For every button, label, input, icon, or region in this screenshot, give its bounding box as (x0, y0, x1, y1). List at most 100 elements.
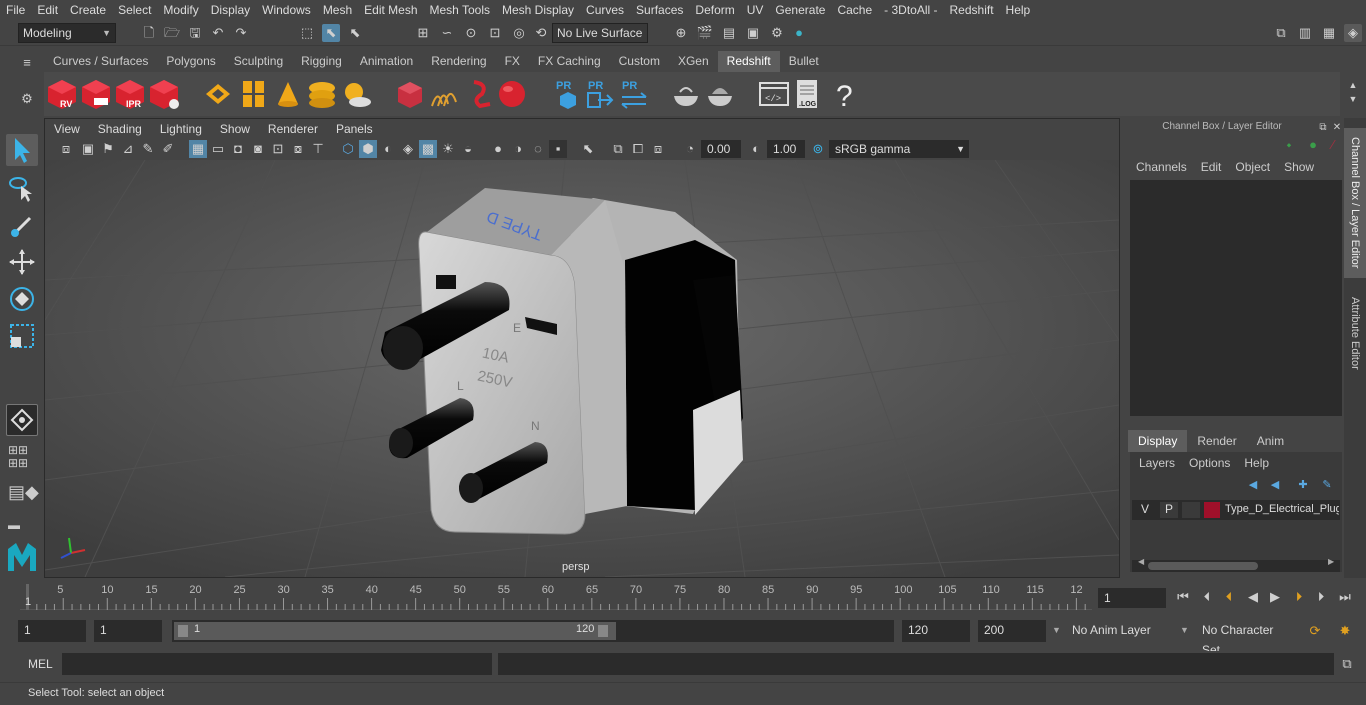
range-start-handle[interactable] (178, 625, 188, 637)
move-layer-up-icon[interactable]: ◀ (1244, 476, 1262, 494)
key-icon[interactable]: ⬩ (1280, 136, 1298, 154)
render-frame-icon[interactable]: ▤ (720, 24, 738, 42)
camera-attributes-icon[interactable]: ▣ (79, 140, 97, 158)
menu-select[interactable]: Select (112, 0, 157, 20)
gamma-icon[interactable]: ◐ (747, 140, 765, 158)
time-slider[interactable]: 1 5 10 15 20 25 30 35 40 45 50 55 60 65 70 75 80 85 90 95 1… (0, 580, 1366, 615)
electrical-plug-model[interactable]: TYPE D 10A 250V E L N (381, 188, 743, 535)
layout-quad-icon[interactable]: ⊞⊞ ⊞⊞ (8, 444, 36, 470)
shelf-tab-bullet[interactable]: Bullet (780, 51, 828, 72)
playback-start-field[interactable]: 1 (94, 620, 162, 642)
smooth-shade-icon[interactable]: ⬢ (359, 140, 377, 158)
wireframe-on-shaded-icon[interactable]: ◈ (399, 140, 417, 158)
proxy-diamond-icon[interactable] (202, 78, 234, 110)
ipr-render-icon[interactable]: ▣ (744, 24, 762, 42)
shadows-icon[interactable]: ◒ (459, 140, 477, 158)
step-back-frame-icon[interactable]: ⏴ (1220, 588, 1238, 606)
layout-single-icon[interactable]: ▬ (8, 518, 36, 532)
menu-uv[interactable]: UV (741, 0, 770, 20)
edit-menu[interactable]: Edit (1201, 160, 1236, 174)
shelf-settings-icon[interactable]: ⚙ (18, 90, 36, 108)
menu-cache[interactable]: Cache (831, 0, 878, 20)
motion-blur-icon[interactable]: ◑ (509, 140, 527, 158)
new-layer-selected-icon[interactable]: ✎ (1318, 476, 1336, 494)
anim-layer-select[interactable]: No Anim Layer (1066, 620, 1178, 642)
shelf-tab-polygons[interactable]: Polygons (157, 51, 224, 72)
layer-row[interactable]: V P Type_D_Electrical_Plug (1132, 500, 1340, 520)
mode-selector[interactable]: Modeling ▼ (18, 23, 116, 43)
character-set-select[interactable]: No Character Set (1196, 620, 1298, 657)
camera-select-icon[interactable]: ⧈ (57, 140, 75, 158)
undo-icon[interactable]: ↶ (209, 24, 227, 42)
lasso-tool-icon[interactable] (6, 172, 38, 204)
scale-tool-icon[interactable] (6, 320, 38, 352)
wireframe-icon[interactable]: ⬡ (339, 140, 357, 158)
anim-start-field[interactable]: 1 (18, 620, 86, 642)
tab-anim[interactable]: Anim (1247, 430, 1294, 452)
menu-help[interactable]: Help (1000, 0, 1037, 20)
maya-logo-icon[interactable] (6, 541, 38, 573)
redshift-render-view-icon[interactable]: RV (46, 78, 78, 110)
select-hierarchy-icon[interactable]: ⬚ (298, 24, 316, 42)
redshift-settings-icon[interactable] (148, 78, 180, 110)
play-backward-icon[interactable]: ◀ (1244, 588, 1262, 606)
help-icon[interactable]: ? (828, 78, 860, 110)
key-filter-icon[interactable]: ● (1304, 136, 1322, 154)
tab-render[interactable]: Render (1187, 430, 1246, 452)
shelf-tab-custom[interactable]: Custom (610, 51, 669, 72)
layers-icon[interactable]: ◈ (1344, 24, 1362, 42)
object-menu[interactable]: Object (1235, 160, 1284, 174)
menu-redshift[interactable]: Redshift (944, 0, 1000, 20)
safe-action-icon[interactable]: ⧇ (289, 140, 307, 158)
gamma-field[interactable]: 1.00 (767, 140, 805, 158)
go-to-start-icon[interactable]: ⏮ (1174, 588, 1192, 606)
depth-of-field-icon[interactable]: ▪ (549, 140, 567, 158)
uv-icon[interactable]: ✐ (159, 140, 177, 158)
sphere-icon[interactable] (496, 78, 528, 110)
panel-menu-show[interactable]: Show (211, 122, 259, 136)
menu-display[interactable]: Display (205, 0, 256, 20)
toggle-sidebar-icon[interactable]: ▦ (1320, 24, 1338, 42)
channel-list[interactable] (1130, 180, 1342, 416)
shelf-tab-xgen[interactable]: XGen (669, 51, 718, 72)
hypershade-icon[interactable]: ● (790, 24, 808, 42)
layer-playback-toggle[interactable]: P (1160, 502, 1178, 518)
scroll-left-icon[interactable]: ◀ (1138, 557, 1144, 566)
film-gate-icon[interactable]: ▭ (209, 140, 227, 158)
step-back-key-icon[interactable]: ⏴ (1198, 588, 1216, 606)
layer-visibility-toggle[interactable]: V (1136, 502, 1154, 518)
panel-menu-shading[interactable]: Shading (89, 122, 151, 136)
snap-point-icon[interactable]: ⊙ (462, 24, 480, 42)
panel-menu-lighting[interactable]: Lighting (151, 122, 211, 136)
panel-menu-panels[interactable]: Panels (327, 122, 382, 136)
play-forward-icon[interactable]: ▶ (1266, 588, 1284, 606)
bookmark-icon[interactable]: ⚑ (99, 140, 117, 158)
hair-icon[interactable] (428, 78, 460, 110)
channels-menu[interactable]: Channels (1136, 160, 1201, 174)
layout-split-icon[interactable]: ▤◆ (8, 482, 39, 508)
menu-edit[interactable]: Edit (31, 0, 64, 20)
panel-menu-view[interactable]: View (45, 122, 89, 136)
menu-mesh-tools[interactable]: Mesh Tools (424, 0, 496, 20)
sun-cloud-icon[interactable] (340, 78, 372, 110)
select-object-icon[interactable]: ⬉ (322, 24, 340, 42)
snap-view-icon[interactable]: ⊡ (486, 24, 504, 42)
menu-generate[interactable]: Generate (769, 0, 831, 20)
xray-components-icon[interactable]: ⧈ (649, 140, 667, 158)
image-plane-icon[interactable]: ⊿ (119, 140, 137, 158)
safe-title-icon[interactable]: ⊤ (309, 140, 327, 158)
shelf-tab-animation[interactable]: Animation (351, 51, 422, 72)
step-forward-key-icon[interactable]: ⏵ (1312, 588, 1330, 606)
menu-create[interactable]: Create (64, 0, 112, 20)
shelf-scroll-down-icon[interactable]: ▼ (1344, 90, 1362, 108)
menu-curves[interactable]: Curves (580, 0, 630, 20)
shelf-tab-rigging[interactable]: Rigging (292, 51, 351, 72)
color-management-icon[interactable]: ⊚ (809, 140, 827, 158)
soft-select-icon[interactable] (6, 404, 38, 436)
save-scene-icon[interactable]: 🖫 (186, 24, 204, 42)
grid-toggle-icon[interactable]: ▦ (189, 140, 207, 158)
snap-curve-icon[interactable]: ∽ (438, 24, 456, 42)
render-view-icon[interactable]: 🎬 (696, 24, 714, 42)
isolate-select-icon[interactable]: ⬉ (579, 140, 597, 158)
dish-icon[interactable] (670, 78, 702, 110)
